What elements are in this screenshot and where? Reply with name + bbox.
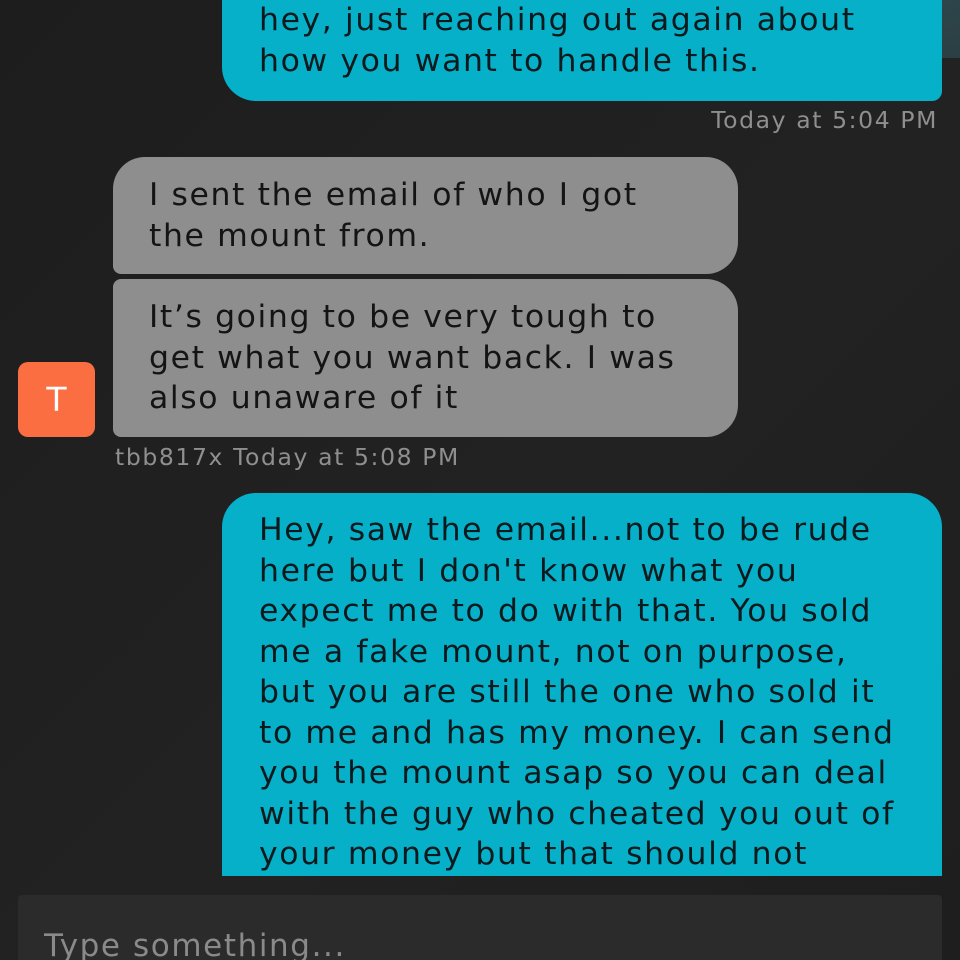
incoming-message-bubble[interactable]: It’s going to be very tough to get what … [113,279,738,437]
sender-timestamp: tbb817x Today at 5:08 PM [115,443,460,471]
outgoing-message-bubble[interactable]: hey, just reaching out again about how y… [222,0,942,101]
incoming-message-bubble[interactable]: I sent the email of who I got the mount … [113,157,738,274]
contact-avatar[interactable]: T [18,362,95,437]
chat-screen: hey, just reaching out again about how y… [0,0,960,960]
message-input[interactable] [18,895,942,960]
outgoing-message-bubble[interactable]: Hey, saw the email...not to be rude here… [222,493,942,876]
message-timestamp: Today at 5:04 PM [711,106,938,134]
